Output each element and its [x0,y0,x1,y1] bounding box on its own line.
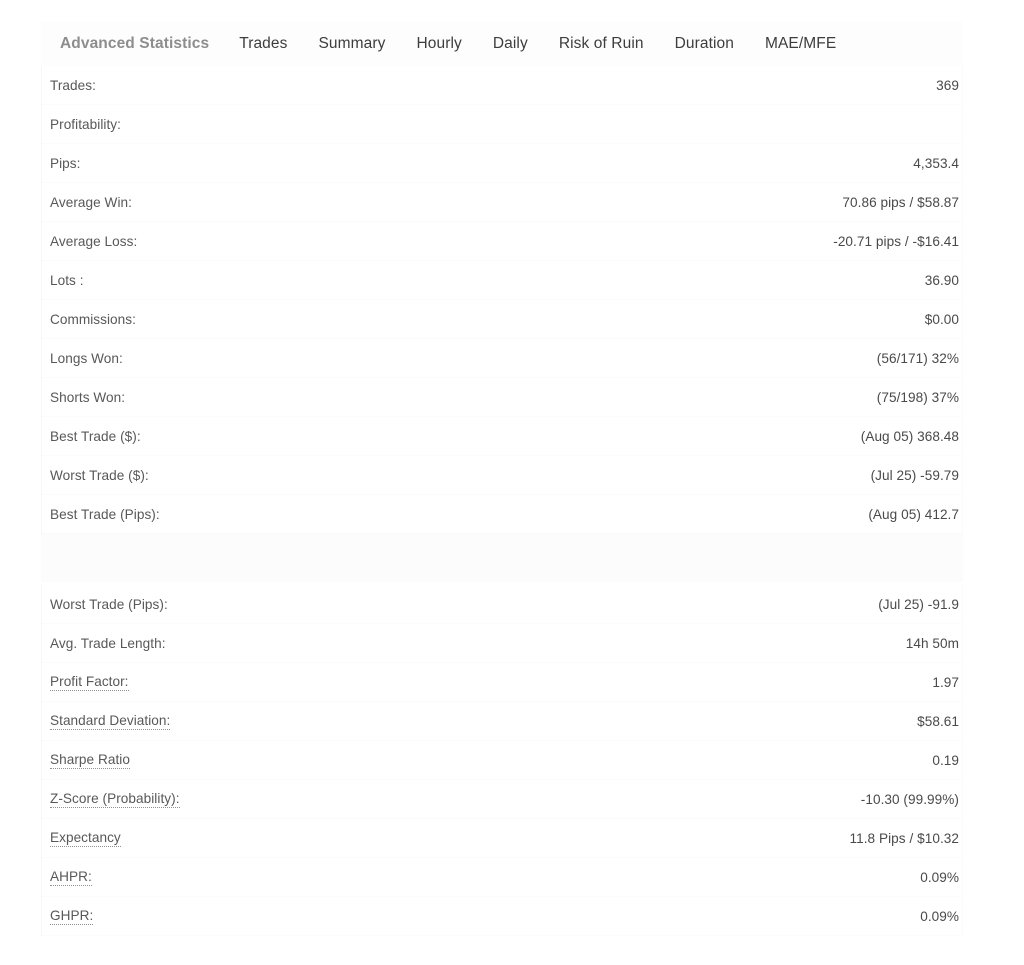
stat-label[interactable]: Z-Score (Probability): [50,791,180,808]
stat-row: Z-Score (Probability): -10.30 (99.99%) [42,780,962,819]
stat-label: Commissions: [50,311,136,327]
stat-row: Profit Factor: 1.97 [42,663,962,702]
tab-daily[interactable]: Daily [493,36,528,52]
stat-label: Longs Won: [50,350,123,366]
stat-row: Average Win: 70.86 pips / $58.87 [42,183,962,222]
tab-hourly[interactable]: Hourly [416,36,461,52]
stat-row: Lots : 36.90 [42,261,962,300]
stat-row: Standard Deviation: $58.61 [42,702,962,741]
stat-value: 1.97 [932,674,959,690]
statistics-tab-bar: Advanced Statistics Trades Summary Hourly Da… [41,22,963,66]
stat-value: (Aug 05) 412.7 [868,506,959,522]
stat-row: Best Trade ($): (Aug 05) 368.48 [42,417,962,456]
stat-row: Shorts Won: (75/198) 37% [42,378,962,417]
stat-row: AHPR: 0.09% [42,858,962,897]
stat-value: (Jul 25) -91.9 [878,596,959,612]
stat-label[interactable]: Standard Deviation: [50,713,171,730]
stat-label[interactable]: GHPR: [50,908,94,925]
stat-row: GHPR: 0.09% [42,897,962,936]
tab-duration[interactable]: Duration [675,36,734,52]
stat-label: Shorts Won: [50,389,126,405]
stat-label: Best Trade (Pips): [50,506,160,522]
tab-trades[interactable]: Trades [239,36,287,52]
stat-row: Best Trade (Pips): (Aug 05) 412.7 [42,495,962,534]
stat-value: (56/171) 32% [876,350,959,366]
stat-label: Avg. Trade Length: [50,635,166,651]
stat-value: $0.00 [924,311,959,327]
stat-label[interactable]: Expectancy [50,830,121,847]
tab-mae-mfe[interactable]: MAE/MFE [765,36,836,52]
stat-label: Average Win: [50,194,132,210]
stat-label: Trades: [50,77,96,93]
stat-label[interactable]: Profit Factor: [50,674,129,691]
statistics-table-secondary: Worst Trade (Pips): (Jul 25) -91.9 Avg. Tr… [41,585,963,936]
stat-value: 0.09% [920,908,959,924]
tab-summary[interactable]: Summary [318,36,385,52]
stat-label[interactable]: AHPR: [50,869,92,886]
stat-value: 4,353.4 [913,155,959,171]
stat-value: 11.8 Pips / $10.32 [849,830,959,846]
stat-row: Sharpe Ratio 0.19 [42,741,962,780]
statistics-table-primary: Trades: 369 Profitability: Pips: 4,353.4 Aver… [41,66,963,534]
stat-value: 0.19 [932,752,959,768]
stat-row: Commissions: $0.00 [42,300,962,339]
stat-value: 0.09% [920,869,959,885]
stat-label: Profitability: [50,116,121,132]
stat-label[interactable]: Sharpe Ratio [50,752,130,769]
stat-label: Lots : [50,272,84,288]
stat-value: (Jul 25) -59.79 [870,467,959,483]
stat-row: Worst Trade ($): (Jul 25) -59.79 [42,456,962,495]
advanced-statistics-page: Advanced Statistics Trades Summary Hourly Da… [0,0,1024,965]
stat-value: (75/198) 37% [876,389,959,405]
stat-value: -10.30 (99.99%) [860,791,959,807]
stat-label: Pips: [50,155,81,171]
stat-value: 369 [936,77,959,93]
stat-row: Worst Trade (Pips): (Jul 25) -91.9 [42,585,962,624]
stat-row: Longs Won: (56/171) 32% [42,339,962,378]
stat-value: 36.90 [924,272,959,288]
tab-advanced-statistics[interactable]: Advanced Statistics [60,36,209,52]
stat-row: Profitability: [42,105,962,144]
stat-row: Expectancy 11.8 Pips / $10.32 [42,819,962,858]
stat-label: Worst Trade ($): [50,467,149,483]
stat-label: Worst Trade (Pips): [50,596,168,612]
scan-artifact [41,530,963,582]
stat-row: Avg. Trade Length: 14h 50m [42,624,962,663]
stat-value: $58.61 [917,713,959,729]
tab-risk-of-ruin[interactable]: Risk of Ruin [559,36,644,52]
stat-value: (Aug 05) 368.48 [860,428,959,444]
stat-row: Trades: 369 [42,66,962,105]
stat-row: Average Loss: -20.71 pips / -$16.41 [42,222,962,261]
stat-label: Best Trade ($): [50,428,141,444]
stat-row: Pips: 4,353.4 [42,144,962,183]
stat-value: -20.71 pips / -$16.41 [833,233,959,249]
stat-value: 14h 50m [905,635,959,651]
stat-label: Average Loss: [50,233,138,249]
stat-value: 70.86 pips / $58.87 [842,194,959,210]
